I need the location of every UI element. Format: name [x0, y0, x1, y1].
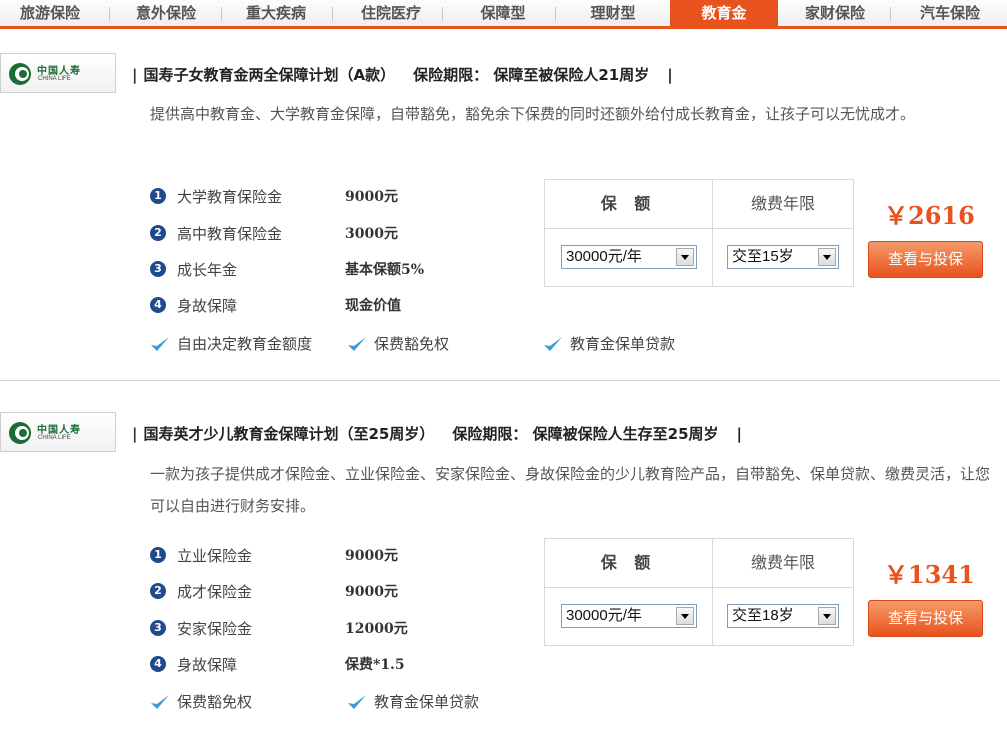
pricing-table: 保 额 缴费年限 30000元/年 交至15岁: [544, 179, 854, 287]
feature-text: 保费豁免权: [374, 335, 450, 353]
number-3-icon: 3: [150, 620, 166, 636]
period-value: 保障被保险人生存至25周岁: [532, 425, 719, 443]
table-divider: [545, 228, 853, 229]
benefit-value: 保费*1.5: [345, 657, 405, 673]
view-and-buy-button[interactable]: 查看与投保: [868, 600, 983, 637]
nav-item-wealth[interactable]: 理财型: [558, 0, 668, 26]
amount-select-value: 30000元/年: [566, 248, 642, 265]
checkmark-icon: [151, 337, 169, 351]
amount-select-value: 30000元/年: [566, 607, 642, 624]
benefit-value: 现金价值: [345, 298, 401, 314]
benefit-label: 身故保障: [177, 656, 238, 674]
checkmark-icon: [348, 337, 366, 351]
feature-text: 教育金保单贷款: [374, 693, 480, 711]
benefit-value: 9000元: [345, 548, 398, 564]
number-1-icon: 1: [150, 188, 166, 204]
feature-text: 教育金保单贷款: [570, 335, 676, 353]
logo-text-en: CHINA LIFE: [38, 76, 71, 82]
benefit-value: 9000元: [345, 189, 398, 205]
benefit-value: 基本保额5%: [345, 262, 425, 278]
china-life-emblem-icon: [9, 63, 31, 85]
benefit-label: 身故保障: [177, 297, 238, 315]
chevron-down-icon[interactable]: [818, 248, 836, 266]
nav-item-protection[interactable]: 保障型: [448, 0, 558, 26]
amount-column-header: 保 额: [600, 194, 657, 213]
nav-separator: [555, 7, 556, 21]
benefit-label: 成才保险金: [177, 583, 253, 601]
number-3-icon: 3: [150, 261, 166, 277]
chevron-down-icon[interactable]: [676, 248, 694, 266]
nav-item-property[interactable]: 家财保险: [780, 0, 890, 26]
pricing-table: 保 额 缴费年限 30000元/年 交至18岁: [544, 538, 854, 646]
amount-select[interactable]: 30000元/年: [561, 245, 697, 269]
china-life-logo: 中国人寿 CHINA LIFE: [0, 53, 116, 93]
logo-text-en: CHINA LIFE: [38, 435, 71, 441]
feature-text: 保费豁免权: [177, 693, 253, 711]
product-title[interactable]: 国寿英才少儿教育金保障计划（至25周岁）: [143, 425, 434, 443]
china-life-logo: 中国人寿 CHINA LIFE: [0, 412, 116, 452]
benefit-label: 大学教育保险金: [177, 188, 283, 206]
nav-item-critical-illness[interactable]: 重大疾病: [226, 0, 326, 26]
checkmark-icon: [544, 337, 562, 351]
period-value: 保障至被保险人21周岁: [493, 66, 650, 84]
product-title-row: | 国寿英才少儿教育金保障计划（至25周岁） 保险期限： 保障被保险人生存至25周岁…: [132, 425, 742, 443]
category-nav: 旅游保险 意外保险 重大疾病 住院医疗 保障型 理财型 教育金 家财保险 汽车保…: [0, 0, 1007, 29]
benefit-label: 高中教育保险金: [177, 225, 283, 243]
benefit-label: 安家保险金: [177, 620, 253, 638]
chevron-down-icon[interactable]: [818, 607, 836, 625]
number-2-icon: 2: [150, 225, 166, 241]
chevron-down-icon[interactable]: [676, 607, 694, 625]
product-price: ￥1341: [884, 560, 975, 589]
term-select-value: 交至15岁: [732, 248, 794, 265]
nav-separator: [442, 7, 443, 21]
product-price: ￥2616: [884, 201, 975, 230]
benefit-label: 立业保险金: [177, 547, 253, 565]
product-title-row: | 国寿子女教育金两全保障计划（A款） 保险期限： 保障至被保险人21周岁 |: [132, 66, 673, 84]
nav-separator: [221, 7, 222, 21]
benefit-value: 9000元: [345, 584, 398, 600]
term-column-header: 缴费年限: [750, 194, 815, 213]
logo-text: 中国人寿: [37, 66, 81, 77]
view-and-buy-button[interactable]: 查看与投保: [868, 241, 983, 278]
number-1-icon: 1: [150, 547, 166, 563]
nav-item-travel[interactable]: 旅游保险: [0, 0, 100, 26]
feature-text: 自由决定教育金额度: [177, 335, 313, 353]
china-life-emblem-icon: [9, 422, 31, 444]
table-divider: [545, 587, 853, 588]
nav-item-hospital[interactable]: 住院医疗: [336, 0, 446, 26]
number-4-icon: 4: [150, 297, 166, 313]
nav-item-auto[interactable]: 汽车保险: [895, 0, 1005, 26]
amount-column-header: 保 额: [600, 553, 657, 572]
product-divider: [0, 380, 1000, 381]
number-2-icon: 2: [150, 583, 166, 599]
term-select[interactable]: 交至18岁: [727, 604, 839, 628]
checkmark-icon: [151, 695, 169, 709]
term-select[interactable]: 交至15岁: [727, 245, 839, 269]
number-4-icon: 4: [150, 656, 166, 672]
period-label: 保险期限：: [452, 425, 528, 443]
benefit-value: 3000元: [345, 226, 398, 242]
nav-separator: [332, 7, 333, 21]
term-column-header: 缴费年限: [750, 553, 815, 572]
term-select-value: 交至18岁: [732, 607, 794, 624]
checkmark-icon: [348, 695, 366, 709]
product-description: 提供高中教育金、大学教育金保障，自带豁免，豁免余下保费的同时还额外给付成长教育金…: [150, 105, 916, 123]
nav-item-education[interactable]: 教育金: [670, 0, 778, 27]
nav-item-accident[interactable]: 意外保险: [116, 0, 216, 26]
period-label: 保险期限：: [413, 66, 489, 84]
nav-separator: [890, 7, 891, 21]
benefit-value: 12000元: [345, 621, 408, 637]
product-description: 一款为孩子提供成才保险金、立业保险金、安家保险金、身故保险金的少儿教育险产品，自…: [150, 465, 991, 515]
nav-separator: [109, 7, 110, 21]
logo-text: 中国人寿: [37, 425, 81, 436]
benefit-label: 成长年金: [177, 261, 238, 279]
product-title[interactable]: 国寿子女教育金两全保障计划（A款）: [143, 66, 395, 84]
amount-select[interactable]: 30000元/年: [561, 604, 697, 628]
